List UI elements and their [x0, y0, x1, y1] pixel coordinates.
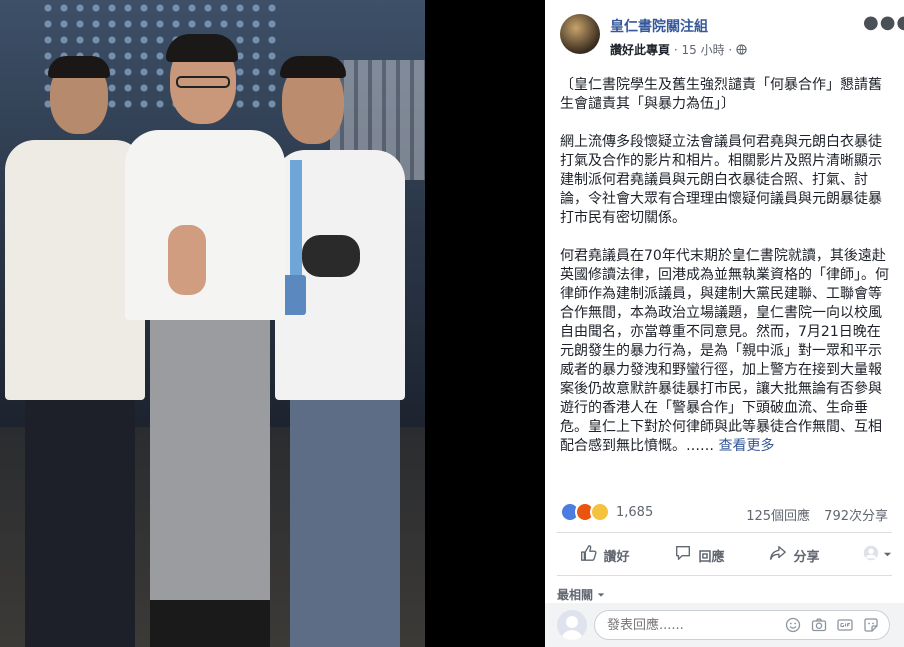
like-page-link[interactable]: 讚好此專頁 [610, 43, 670, 57]
more-options-icon[interactable]: ●●● [863, 12, 904, 33]
post-paragraph-1: 網上流傳多段懷疑立法會議員何君堯與元朗白衣暴徒打氣及合作的影片和相片。相關影片及… [560, 134, 882, 226]
person-center-shirt [125, 130, 285, 320]
post-text: 〔皇仁書院學生及舊生強烈譴責「何暴合作」懇請舊生會譴責其「與暴力為伍」〕 網上流… [560, 76, 890, 456]
globe-icon [736, 43, 747, 57]
comments-count[interactable]: 125個回應 [746, 509, 810, 524]
share-label: 分享 [793, 549, 820, 565]
comment-tools [785, 617, 879, 633]
comment-sort-dropdown[interactable]: 最相關 [557, 586, 605, 603]
emoji-icon[interactable] [785, 617, 801, 633]
divider-top [557, 532, 892, 533]
like-button[interactable]: 讚好 [557, 544, 652, 566]
divider-bottom [557, 575, 892, 576]
sad-reaction-icon [590, 502, 610, 522]
comment-composer [545, 603, 904, 647]
comment-button[interactable]: 回應 [652, 544, 747, 566]
thumbs-up-icon [579, 544, 598, 566]
person-left-hair [48, 56, 110, 78]
post-photo[interactable] [0, 0, 425, 647]
engagement-counts: 125個回應 792次分享 [736, 505, 888, 524]
post-panel: 皇仁書院關注組 讚好此專頁 · 15 小時 · ●●● 〔皇仁書院學生及舊生強烈… [545, 0, 904, 647]
person-center-shoes [150, 600, 270, 647]
profile-icon [862, 544, 880, 566]
person-center-hair [166, 34, 238, 62]
person-center-thumbs-up [168, 225, 206, 295]
comment-icon [674, 544, 692, 566]
person-center-trousers [150, 315, 270, 615]
camera-icon[interactable] [811, 617, 827, 633]
sort-label: 最相關 [557, 588, 594, 602]
see-more-link[interactable]: 查看更多 [718, 438, 774, 454]
reactions-count[interactable]: 1,685 [616, 505, 653, 520]
person-left-legs [25, 395, 135, 647]
photo-viewer[interactable] [0, 0, 545, 647]
post-time[interactable]: 15 小時 [682, 43, 725, 57]
page-name-link[interactable]: 皇仁書院關注組 [610, 16, 708, 36]
shares-count[interactable]: 792次分享 [824, 509, 888, 524]
post-meta: 讚好此專頁 · 15 小時 · [610, 41, 747, 58]
like-label: 讚好 [603, 549, 630, 565]
page-avatar[interactable] [560, 14, 600, 54]
post-paragraph-2: 何君堯議員在70年代末期於皇仁書院就讀，其後遠赴英國修讀法律，回港成為並無執業資… [560, 248, 889, 454]
gif-icon[interactable] [837, 617, 853, 633]
post-header: 皇仁書院關注組 讚好此專頁 · 15 小時 · ●●● [545, 0, 904, 64]
person-right-lanyard [290, 160, 302, 280]
sort-chevron-down-icon [597, 588, 605, 602]
share-icon [769, 544, 787, 566]
meta-separator: · [673, 43, 678, 57]
person-right-hair [280, 56, 346, 78]
person-left-shirt [5, 140, 145, 400]
person-center-glasses [176, 76, 230, 88]
post-paragraph-2-wrap: 何君堯議員在70年代末期於皇仁書院就讀，其後遠赴英國修讀法律，回港成為並無執業資… [560, 247, 890, 456]
sticker-icon[interactable] [863, 617, 879, 633]
meta-separator-2: · [728, 43, 733, 57]
reactions-summary[interactable]: 1,685 [560, 502, 653, 522]
chevron-down-icon [883, 548, 892, 563]
user-avatar [557, 610, 587, 640]
share-button[interactable]: 分享 [747, 544, 842, 566]
person-right-thumbs-up [302, 235, 360, 277]
post-as-selector[interactable] [842, 544, 892, 566]
comment-label: 回應 [698, 549, 725, 565]
post-heading: 〔皇仁書院學生及舊生強烈譴責「何暴合作」懇請舊生會譴責其「與暴力為伍」〕 [560, 77, 882, 112]
person-right-legs [290, 395, 400, 647]
action-bar: 讚好 回應 分享 [557, 538, 892, 572]
